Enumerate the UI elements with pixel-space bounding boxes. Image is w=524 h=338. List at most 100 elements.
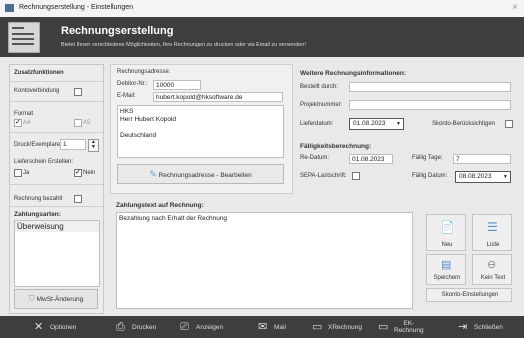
redatum-input[interactable]: 01.08.2023 bbox=[349, 154, 393, 164]
xrechnung-label: XRechnung bbox=[328, 323, 362, 331]
skonto-checkbox[interactable] bbox=[505, 120, 513, 128]
divider bbox=[10, 184, 103, 185]
zahlungstext-title: Zahlungstext auf Rechnung: bbox=[116, 202, 204, 209]
skonto-label: Skonto-Berücksichtigen bbox=[432, 121, 496, 127]
divider bbox=[10, 132, 103, 133]
debitor-input[interactable]: 10000 bbox=[153, 80, 201, 90]
speichern-button[interactable]: ▤ Speichern bbox=[426, 254, 466, 285]
mwst-aenderung-button[interactable]: ⛉ MwSt-Änderung bbox=[14, 289, 98, 309]
xrechnung-button[interactable]: ▭ XRechnung bbox=[312, 316, 362, 338]
redatum-label: Re-Datum: bbox=[300, 155, 330, 161]
optionen-button[interactable]: ✕ Optionen bbox=[34, 316, 76, 338]
zahlungsarten-title: Zahlungsarten: bbox=[14, 211, 61, 218]
list-item[interactable]: Überweisung bbox=[15, 221, 99, 232]
ek-rechnung-line1: EK- bbox=[403, 320, 415, 327]
debitor-label: Debitor-Nr.: bbox=[117, 81, 148, 87]
projekt-input[interactable] bbox=[349, 100, 511, 110]
save-icon: ▤ bbox=[441, 259, 452, 271]
percent-tag-icon: ⛉ bbox=[28, 294, 35, 303]
anzeigen-button[interactable]: ⎚ Anzeigen bbox=[180, 316, 223, 338]
edit-document-icon: ✎ bbox=[149, 169, 157, 179]
schliessen-button[interactable]: ⇥ Schließen bbox=[458, 316, 503, 338]
document-icon: ▭ bbox=[378, 320, 389, 333]
liste-label: Liste bbox=[486, 242, 500, 248]
divider bbox=[10, 101, 103, 102]
address-panel: Rechnungsadresse: Debitor-Nr.: 10000 E-M… bbox=[110, 64, 293, 194]
close-icon[interactable]: × bbox=[512, 2, 518, 13]
liste-button[interactable]: ☰ Liste bbox=[472, 214, 512, 251]
bestellt-label: Bestellt durch: bbox=[300, 84, 339, 90]
header-subtitle: Bietet Ihnen verschiedene Möglichkeiten,… bbox=[61, 42, 306, 48]
kontoverbindung-label: Kontoverbindung bbox=[14, 88, 60, 94]
format-a5-checkbox[interactable] bbox=[74, 119, 82, 127]
skonto-einstellungen-button[interactable]: Skonto-Einstellungen bbox=[426, 288, 512, 302]
druck-exemplare-input[interactable]: 1 bbox=[60, 139, 86, 150]
faellig-datum-label: Fällig Datum: bbox=[412, 173, 448, 179]
faellig-title: Fälligkeitsberechnung: bbox=[300, 143, 372, 150]
email-input[interactable]: hubert.kopold@hksoftware.de bbox=[153, 92, 283, 102]
lieferschein-ja-label: Ja bbox=[23, 170, 30, 176]
info-title: Weitere Rechnungsinformationen: bbox=[300, 70, 407, 77]
address-title: Rechnungsadresse: bbox=[117, 69, 171, 75]
window-title-bar: Rechnungserstellung - Einstellungen × bbox=[0, 0, 524, 18]
kein-text-button[interactable]: ⊖ Kein Text bbox=[472, 254, 512, 285]
ek-rechnung-line2: Rechnung bbox=[394, 327, 424, 334]
format-a4-checkbox[interactable] bbox=[14, 118, 22, 127]
address-line: Deutschland bbox=[120, 132, 157, 139]
rechnung-bezahlt-label: Rechnung bezahlt bbox=[14, 196, 63, 202]
kontoverbindung-checkbox[interactable] bbox=[74, 88, 82, 96]
projekt-label: Projektnummer: bbox=[300, 102, 343, 108]
header-title: Rechnungserstellung bbox=[61, 25, 174, 37]
logo-line bbox=[12, 27, 24, 29]
drucken-label: Drucken bbox=[132, 323, 157, 331]
neu-button[interactable]: 📄 Neu bbox=[426, 214, 466, 251]
preview-icon: ⎚ bbox=[180, 320, 189, 333]
window-title: Rechnungserstellung - Einstellungen bbox=[19, 4, 134, 11]
address-line: Herr Hubert Kopold bbox=[120, 116, 176, 123]
logo-line bbox=[12, 33, 34, 35]
rechnung-bezahlt-checkbox[interactable] bbox=[74, 195, 82, 203]
rechnungsadresse-bearbeiten-button[interactable]: ✎ Rechnungsadresse - Bearbeiten bbox=[117, 164, 284, 184]
lieferdatum-label: Lieferdatum: bbox=[300, 121, 334, 127]
zahlungsarten-list[interactable]: Überweisung bbox=[14, 220, 100, 287]
lieferdatum-select[interactable]: 01.08.2023 bbox=[349, 118, 404, 130]
sepa-checkbox[interactable] bbox=[352, 172, 360, 180]
zahlungstext-textarea[interactable]: Bezahlung nach Erhalt der Rechnung bbox=[116, 212, 413, 309]
zusatzfunktionen-title: Zusatzfunktionen bbox=[14, 70, 64, 76]
invoice-logo-icon bbox=[8, 22, 40, 53]
mail-button[interactable]: ✉ Mail bbox=[258, 316, 286, 338]
kein-text-label: Kein Text bbox=[480, 275, 506, 281]
sepa-label: SEPA-Lastschrift: bbox=[300, 173, 347, 179]
divider bbox=[10, 206, 103, 207]
logo-line bbox=[12, 38, 34, 40]
tools-icon: ✕ bbox=[34, 320, 44, 333]
lieferschein-label: Lieferschein Erstellen: bbox=[14, 159, 74, 165]
address-line bbox=[120, 124, 281, 132]
format-a5-label: A5 bbox=[83, 120, 91, 126]
lieferschein-nein-label: Nein bbox=[83, 170, 96, 176]
email-label: E-Mail: bbox=[117, 93, 136, 99]
ek-rechnung-label: EK- Rechnung bbox=[394, 320, 424, 334]
lieferschein-nein-checkbox[interactable] bbox=[74, 168, 82, 177]
mwst-aenderung-label: MwSt-Änderung bbox=[36, 296, 84, 303]
logo-line bbox=[12, 43, 34, 45]
bestellt-input[interactable] bbox=[349, 82, 511, 92]
drucken-button[interactable]: ⎙ Drucken bbox=[116, 316, 156, 338]
sidebar: Zusatzfunktionen Kontoverbindung Format … bbox=[9, 64, 104, 314]
optionen-label: Optionen bbox=[50, 323, 77, 331]
header-banner: Rechnungserstellung Bietet Ihnen verschi… bbox=[0, 17, 524, 57]
address-textarea[interactable]: HKS Herr Hubert Kopold Deutschland bbox=[117, 105, 284, 158]
druck-stepper[interactable]: ▲ ▼ bbox=[88, 139, 99, 152]
rechnungsadresse-bearbeiten-label: Rechnungsadresse - Bearbeiten bbox=[158, 172, 252, 179]
divider bbox=[10, 81, 103, 82]
faellig-datum-select[interactable]: 08.08.2023 bbox=[455, 171, 511, 183]
faellig-tage-input[interactable]: 7 bbox=[453, 154, 511, 164]
printer-icon: ⎙ bbox=[116, 320, 125, 333]
druck-exemplare-label: Druck/Exemplare bbox=[14, 142, 61, 148]
bottom-toolbar: ✕ Optionen ⎙ Drucken ⎚ Anzeigen ✉ Mail ▭… bbox=[0, 316, 524, 338]
list-icon: ☰ bbox=[487, 220, 498, 234]
lieferschein-ja-checkbox[interactable] bbox=[14, 169, 22, 177]
ek-rechnung-button[interactable]: ▭ EK- Rechnung bbox=[378, 316, 424, 338]
neu-label: Neu bbox=[441, 242, 453, 248]
no-entry-icon: ⊖ bbox=[487, 259, 497, 271]
